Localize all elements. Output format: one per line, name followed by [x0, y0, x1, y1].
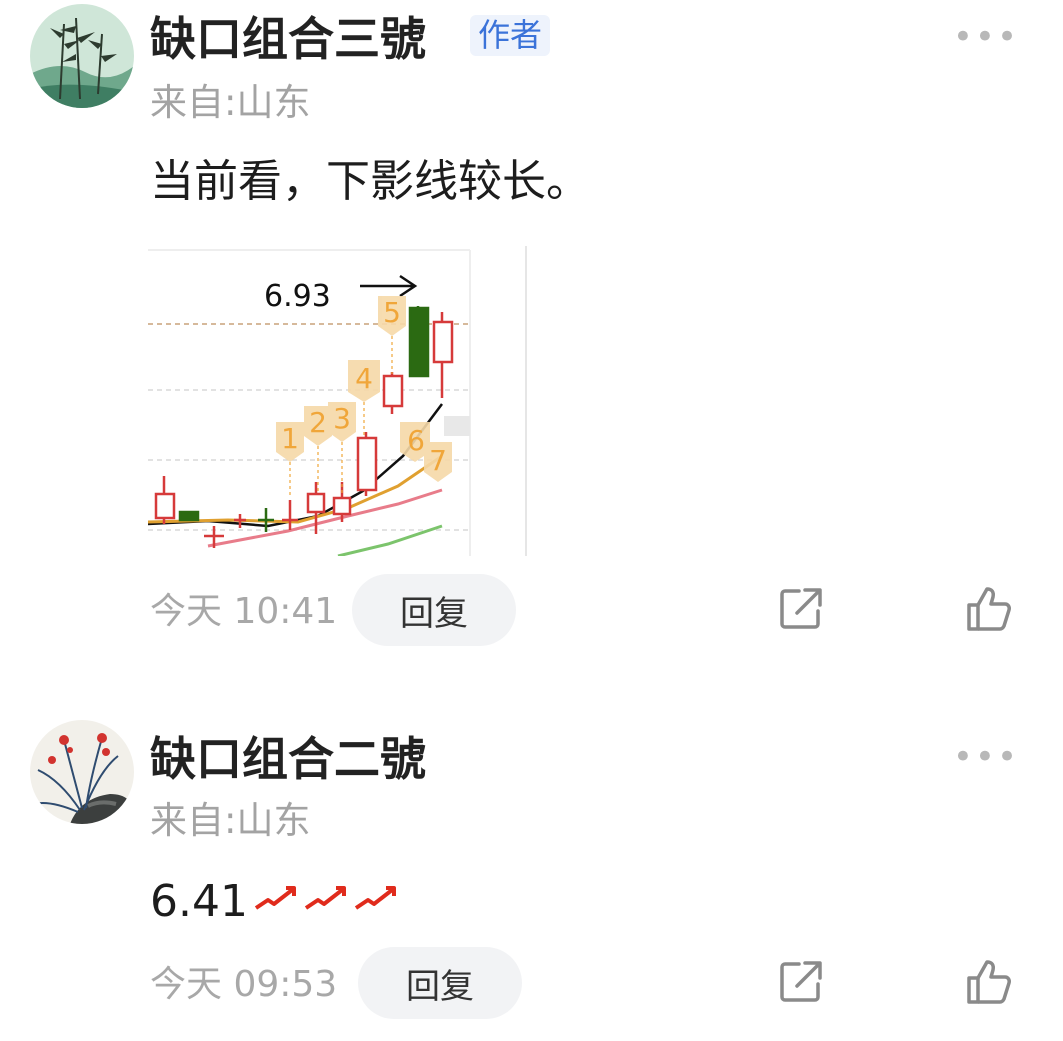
comment-item: 缺口组合二號 ••• 来自:山东 6.41 今天 09:53 回复 [0, 660, 1063, 1041]
timestamp: 今天 09:53 [150, 964, 338, 1005]
avatar[interactable] [30, 4, 134, 108]
reply-button[interactable]: 回复 [352, 574, 516, 646]
location: 来自:山东 [150, 799, 311, 842]
chart-marker-2: 2 [309, 406, 327, 439]
comment-text: 6.41 [150, 878, 402, 924]
chart-marker-5: 5 [383, 296, 401, 329]
chart-marker-4: 4 [355, 362, 373, 395]
more-icon[interactable]: ••• [953, 740, 1019, 774]
chart-marker-7: 7 [429, 444, 447, 477]
like-icon[interactable] [965, 585, 1013, 633]
timestamp: 今天 10:41 [150, 591, 338, 632]
share-icon[interactable] [777, 958, 825, 1006]
avatar[interactable] [30, 720, 134, 824]
location: 来自:山东 [150, 81, 311, 124]
more-icon[interactable]: ••• [953, 20, 1019, 54]
comment-text-value: 6.41 [150, 876, 248, 927]
share-icon[interactable] [777, 585, 825, 633]
chart-marker-3: 3 [333, 402, 351, 435]
chart-marker-6: 6 [407, 424, 425, 457]
like-icon[interactable] [965, 958, 1013, 1006]
attached-image[interactable]: 6.93 1 2 3 4 5 6 7 [148, 246, 528, 556]
comment-item: 缺口组合三號 作者 ••• 来自:山东 当前看，下影线较长。 6.93 1 2 … [0, 0, 1063, 660]
comment-text: 当前看，下影线较长。 [150, 156, 590, 207]
reply-button[interactable]: 回复 [358, 947, 522, 1019]
chart-marker-1: 1 [281, 422, 299, 455]
username[interactable]: 缺口组合三號 [150, 16, 426, 62]
author-badge: 作者 [470, 15, 551, 56]
price-label: 6.93 [264, 279, 331, 314]
trend-up-emoji-icon [254, 886, 396, 910]
username[interactable]: 缺口组合二號 [150, 736, 426, 782]
